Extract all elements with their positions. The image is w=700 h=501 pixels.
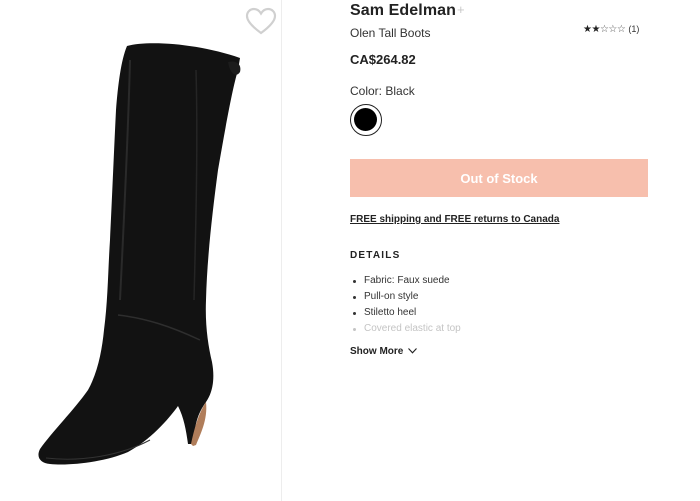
star-rating[interactable]: ★★☆☆☆ (1)	[583, 24, 639, 35]
shipping-returns-link[interactable]: FREE shipping and FREE returns to Canada	[350, 214, 559, 225]
details-list: Fabric: Faux suede Pull-on style Stiletto …	[350, 273, 461, 337]
product-image-panel	[0, 0, 282, 501]
star-empty-icon: ☆	[616, 24, 626, 35]
color-swatch-black[interactable]	[350, 104, 382, 136]
detail-item: Pull-on style	[350, 289, 461, 305]
rating-stars: ★★☆☆☆	[583, 24, 626, 35]
show-more-label: Show More	[350, 346, 404, 357]
star-filled-icon: ★	[591, 24, 600, 35]
details-heading: DETAILS	[350, 250, 401, 261]
brand-name[interactable]: Sam Edelman	[350, 2, 456, 19]
detail-item: Covered elastic at top	[350, 321, 461, 337]
out-of-stock-button[interactable]: Out of Stock	[350, 159, 648, 197]
product-price: CA$264.82	[350, 52, 416, 67]
review-count[interactable]: (1)	[628, 24, 639, 34]
boot-image	[38, 43, 241, 465]
brand-row: Sam Edelman+	[350, 2, 650, 22]
follow-brand-plus-icon[interactable]: +	[457, 2, 465, 17]
wishlist-heart-icon[interactable]	[244, 6, 278, 38]
detail-item: Fabric: Faux suede	[350, 273, 461, 289]
show-more-link[interactable]: Show More	[350, 346, 418, 357]
detail-item: Stiletto heel	[350, 305, 461, 321]
color-label: Color: Black	[350, 84, 415, 98]
star-empty-icon: ☆	[608, 24, 617, 35]
chevron-down-icon	[408, 348, 418, 354]
swatch-color-dot	[354, 108, 377, 131]
product-name: Olen Tall Boots	[350, 26, 431, 40]
